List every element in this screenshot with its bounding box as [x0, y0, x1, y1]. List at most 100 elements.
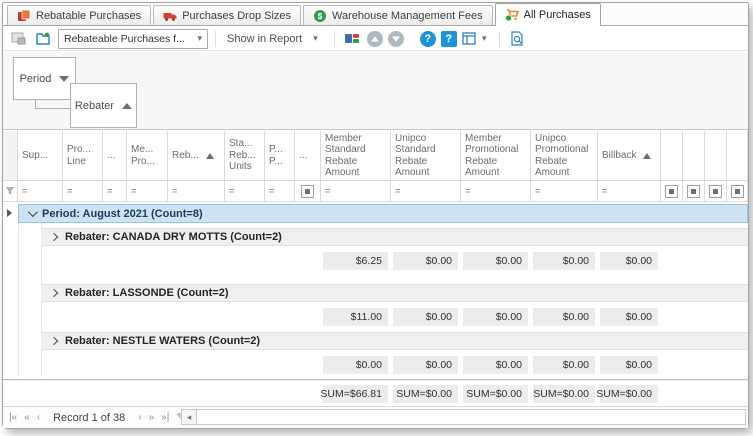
column-header-narrow-1[interactable] — [661, 131, 683, 181]
column-header-p-p[interactable]: P... P... — [265, 131, 295, 181]
filter-cell[interactable]: = — [168, 181, 225, 202]
equals-operator-icon[interactable]: = — [22, 186, 28, 196]
filter-cell[interactable]: = — [461, 181, 531, 202]
group-row-rebater-lassonde[interactable]: Rebater: LASSONDE (Count=2) — [41, 284, 748, 302]
chevron-down-icon[interactable] — [28, 207, 38, 217]
export-layout-button[interactable] — [33, 29, 53, 48]
equals-operator-icon[interactable]: = — [67, 186, 73, 196]
filter-cell[interactable]: = — [18, 181, 63, 202]
filter-cell-checkbox[interactable] — [661, 181, 683, 202]
column-header-billback[interactable]: Billback — [598, 131, 661, 181]
layout-options-button[interactable]: ▾ — [462, 29, 492, 48]
filter-cell[interactable]: = — [391, 181, 461, 202]
auto-filter-row: = = = = = = = = = = = = — [3, 181, 748, 202]
group-row-rebater-nestle-waters[interactable]: Rebater: NESTLE WATERS (Count=2) — [41, 332, 748, 350]
equals-operator-icon[interactable]: = — [229, 186, 235, 196]
checkbox-indeterminate-icon[interactable] — [687, 185, 700, 198]
column-header-supplier[interactable]: Sup... — [18, 131, 63, 181]
print-preview-button[interactable] — [507, 29, 527, 48]
tab-label: Rebatable Purchases — [36, 10, 141, 22]
column-header-narrow-3[interactable] — [705, 131, 727, 181]
filter-cell-checkbox[interactable] — [727, 181, 748, 202]
chevron-right-icon[interactable] — [50, 233, 58, 241]
summary-cell: $0.00 — [323, 356, 388, 374]
checkbox-indeterminate-icon[interactable] — [665, 185, 678, 198]
chevron-right-icon[interactable] — [50, 337, 58, 345]
equals-operator-icon[interactable]: = — [172, 186, 178, 196]
checkbox-indeterminate-icon[interactable] — [709, 185, 722, 198]
column-header-product-line[interactable]: Pro... Line — [63, 131, 103, 181]
equals-operator-icon[interactable]: = — [535, 186, 541, 196]
sort-asc-icon — [206, 153, 214, 159]
column-header-narrow-4[interactable] — [727, 131, 748, 181]
column-header-row: Sup... Pro... Line ... Me... Pro... Reb.… — [3, 131, 748, 181]
tab-rebatable-purchases[interactable]: Rebatable Purchases — [7, 5, 151, 25]
column-header-ellipsis-1[interactable]: ... — [103, 131, 127, 181]
filter-cell-checkbox[interactable] — [295, 181, 321, 202]
group-row-label: Rebater: CANADA DRY MOTTS (Count=2) — [65, 231, 282, 243]
group-row-rebater-canada-dry-motts[interactable]: Rebater: CANADA DRY MOTTS (Count=2) — [41, 228, 748, 246]
column-header-unipco-standard-rebate-amount[interactable]: Unipco Standard Rebate Amount — [391, 131, 461, 181]
group-field-rebater[interactable]: Rebater — [70, 83, 137, 128]
filter-cell[interactable]: = — [225, 181, 265, 202]
record-position-text: Record 1 of 38 — [53, 412, 125, 424]
move-down-button[interactable] — [388, 31, 404, 47]
tab-warehouse-management-fees[interactable]: $ Warehouse Management Fees — [303, 5, 493, 25]
chevron-right-icon[interactable] — [50, 289, 58, 297]
prev-page-button[interactable]: « — [24, 413, 30, 423]
equals-operator-icon[interactable]: = — [107, 186, 113, 196]
column-label: ... — [107, 150, 115, 162]
column-header-unipco-promotional-rebate-amount[interactable]: Unipco Promotional Rebate Amount — [531, 131, 598, 181]
group-field-period[interactable]: Period — [13, 57, 76, 100]
filter-cell[interactable]: = — [127, 181, 168, 202]
filter-cell[interactable]: = — [531, 181, 598, 202]
equals-operator-icon[interactable]: = — [602, 186, 608, 196]
column-header-narrow-2[interactable] — [683, 131, 705, 181]
column-label: Unipco Standard Rebate Amount — [395, 133, 436, 179]
preview-doc-icon — [510, 31, 524, 46]
column-header-standard-rebate-units[interactable]: Sta... Reb... Units — [225, 131, 265, 181]
tab-export-icon — [36, 32, 51, 46]
help-circle-button[interactable]: ? — [420, 31, 436, 47]
summary-cell: $0.00 — [600, 308, 658, 326]
equals-operator-icon[interactable]: = — [269, 186, 275, 196]
help-square-button[interactable]: ? — [441, 31, 457, 47]
column-header-ellipsis-2[interactable]: ... — [295, 131, 321, 181]
report-selector-dropdown[interactable]: Rebateable Purchases f... ▾ — [58, 29, 208, 49]
checkbox-indeterminate-icon[interactable] — [731, 185, 744, 198]
show-in-report-dropdown[interactable]: Show in Report ▾ — [223, 29, 327, 49]
filter-cell[interactable]: = — [598, 181, 661, 202]
group-row-period[interactable]: Period: August 2021 (Count=8) — [18, 204, 748, 223]
layout-restore-button[interactable] — [8, 29, 28, 48]
column-header-member-product[interactable]: Me... Pro... — [127, 131, 168, 181]
column-header-member-standard-rebate-amount[interactable]: Member Standard Rebate Amount — [321, 131, 391, 181]
horizontal-scrollbar[interactable]: ◂ — [181, 409, 746, 425]
scroll-left-button[interactable]: ◂ — [182, 410, 197, 424]
tab-bar: Rebatable Purchases Purchases Drop Sizes… — [3, 3, 748, 26]
first-record-button[interactable]: |« — [9, 413, 17, 423]
equals-operator-icon[interactable]: = — [465, 186, 471, 196]
filter-cell[interactable]: = — [103, 181, 127, 202]
filter-cell[interactable]: = — [321, 181, 391, 202]
equals-operator-icon[interactable]: = — [395, 186, 401, 196]
prev-record-button[interactable]: ‹ — [37, 413, 40, 423]
filter-cell[interactable]: = — [265, 181, 295, 202]
next-page-button[interactable]: » — [149, 413, 155, 423]
tab-purchases-drop-sizes[interactable]: Purchases Drop Sizes — [153, 5, 301, 25]
move-up-button[interactable] — [367, 31, 383, 47]
last-record-button[interactable]: »| — [161, 413, 169, 423]
filter-cell-checkbox[interactable] — [705, 181, 727, 202]
equals-operator-icon[interactable]: = — [131, 186, 137, 196]
color-tiles-button[interactable] — [342, 29, 362, 48]
group-connector-line — [35, 100, 70, 109]
summary-cell: $0.00 — [533, 356, 595, 374]
next-record-button[interactable]: › — [138, 413, 141, 423]
column-header-rebater[interactable]: Reb... — [168, 131, 225, 181]
column-header-member-promotional-rebate-amount[interactable]: Member Promotional Rebate Amount — [461, 131, 531, 181]
show-in-report-label: Show in Report — [227, 33, 302, 45]
checkbox-indeterminate-icon[interactable] — [301, 185, 314, 198]
filter-cell[interactable]: = — [63, 181, 103, 202]
tab-all-purchases[interactable]: All Purchases — [495, 3, 601, 26]
equals-operator-icon[interactable]: = — [325, 186, 331, 196]
filter-cell-checkbox[interactable] — [683, 181, 705, 202]
